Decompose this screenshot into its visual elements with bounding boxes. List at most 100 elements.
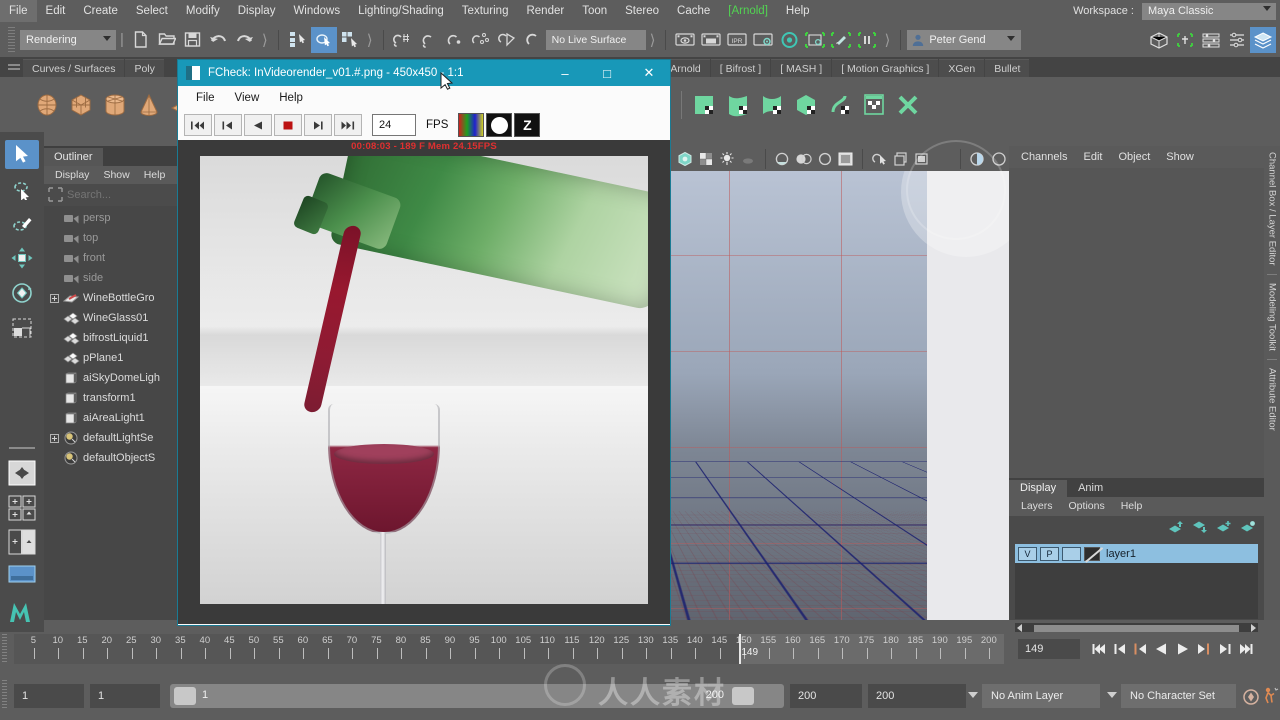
menu-stereo[interactable]: Stereo — [616, 0, 668, 22]
toolbar-grip[interactable] — [8, 26, 15, 53]
show-manipulator-icon[interactable] — [1146, 27, 1172, 53]
maximize-icon[interactable]: □ — [586, 60, 628, 86]
shelf-tab-poly[interactable]: Poly — [125, 59, 164, 77]
outliner-item-defaultlightset[interactable]: defaultLightSe — [44, 428, 199, 448]
lasso-tool[interactable] — [5, 175, 39, 204]
move-layer-up-icon[interactable] — [1168, 520, 1184, 537]
menu-set-select[interactable]: Rendering — [20, 29, 116, 53]
snap-to-projected-center-icon[interactable] — [468, 27, 494, 53]
shelf-grip[interactable] — [8, 60, 20, 74]
outliner-item-aiarealight1[interactable]: aiAreaLight1 — [44, 408, 199, 428]
user-account-select[interactable]: Peter Gend — [907, 29, 1022, 53]
redo-icon[interactable] — [232, 27, 258, 53]
use-all-lights-icon[interactable] — [912, 148, 933, 170]
next-frame-icon[interactable] — [304, 114, 332, 136]
fcheck-menu-view[interactable]: View — [225, 86, 270, 110]
minimize-icon[interactable]: – — [544, 60, 586, 86]
go-to-end-icon[interactable] — [1235, 637, 1256, 661]
live-surface-field[interactable]: No Live Surface — [545, 29, 646, 50]
uv-planar-icon[interactable] — [687, 88, 721, 122]
fcheck-window[interactable]: FCheck: InVideorender_v01.#.png - 450x45… — [178, 60, 670, 625]
anim-layer-select[interactable]: No Anim Layer — [982, 684, 1100, 708]
shelf-tab-curves-surfaces[interactable]: Curves / Surfaces — [23, 59, 125, 77]
search-filter-icon[interactable] — [48, 187, 63, 203]
expand-toggle-icon[interactable] — [48, 432, 60, 444]
menu-toon[interactable]: Toon — [573, 0, 616, 22]
menu-modify[interactable]: Modify — [177, 0, 229, 22]
menu-select[interactable]: Select — [127, 0, 177, 22]
fcheck-title-bar[interactable]: FCheck: InVideorender_v01.#.png - 450x45… — [178, 60, 670, 86]
channel-box-menu-show[interactable]: Show — [1158, 146, 1202, 168]
poly-sphere-icon[interactable] — [30, 88, 64, 122]
shelf-tab-bullet[interactable]: Bullet — [985, 59, 1030, 77]
unlock-normals-icon[interactable] — [1172, 27, 1198, 53]
anim-end-time-field[interactable] — [868, 684, 966, 708]
channel-box-menu-channels[interactable]: Channels — [1013, 146, 1075, 168]
layer-color-swatch[interactable] — [1084, 546, 1100, 561]
tab-display-layers[interactable]: Display — [1009, 480, 1068, 497]
outliner-item-pplane1[interactable]: pPlane1 — [44, 348, 199, 368]
attribute-editor-icon[interactable] — [1198, 27, 1224, 53]
layer-menu-options[interactable]: Options — [1061, 497, 1113, 516]
auto-keyframe-icon[interactable] — [1242, 688, 1260, 709]
rgb-channels-icon[interactable] — [458, 113, 485, 137]
animation-preferences-icon[interactable] — [1262, 686, 1279, 707]
select-tool[interactable] — [5, 140, 39, 169]
range-slider-right-handle[interactable] — [732, 687, 754, 705]
outliner-item-winebottlegroup[interactable]: WineBottleGro — [44, 288, 199, 308]
uv-snapshot-icon[interactable] — [891, 88, 925, 122]
render-settings-icon[interactable] — [750, 27, 776, 53]
tab-anim-layers[interactable]: Anim — [1067, 480, 1114, 497]
time-slider-track[interactable]: 5 10 15 20 25 30 35 40 45 50 55 60 65 70 75 80 85 90 95 100… — [14, 634, 1004, 664]
menu-texturing[interactable]: Texturing — [453, 0, 518, 22]
menu-lighting-shading[interactable]: Lighting/Shading — [349, 0, 453, 22]
hypershade-icon[interactable] — [776, 27, 802, 53]
range-start-field[interactable] — [90, 684, 160, 708]
play-backwards-icon[interactable] — [1151, 637, 1172, 661]
poly-cylinder-icon[interactable] — [98, 88, 132, 122]
shadows-icon[interactable] — [738, 148, 759, 170]
outliner-item-bifrostliquid1[interactable]: bifrostLiquid1 — [44, 328, 199, 348]
current-frame-field[interactable] — [1018, 639, 1080, 659]
render-view-icon[interactable] — [802, 27, 828, 53]
sidebar-channel-box-layer-editor[interactable]: Channel Box / Layer Editor — [1267, 146, 1278, 272]
light-editor-icon[interactable] — [828, 27, 854, 53]
motion-blur-icon[interactable] — [793, 148, 814, 170]
range-end-field[interactable] — [790, 684, 862, 708]
tool-settings-icon[interactable] — [1224, 27, 1250, 53]
shelf-tab-motion-graphics[interactable]: [ Motion Graphics ] — [832, 59, 939, 77]
layer-row[interactable]: V P layer1 — [1015, 544, 1258, 563]
menu-file[interactable]: File — [0, 0, 37, 22]
image-plane-icon[interactable] — [695, 148, 716, 170]
multisample-icon[interactable] — [814, 148, 835, 170]
uv-cylindrical-icon[interactable] — [721, 88, 755, 122]
gamma-icon[interactable] — [988, 148, 1009, 170]
anim-layer-chevron-icon[interactable] — [968, 692, 978, 698]
last-frame-icon[interactable] — [334, 114, 362, 136]
rendering-flags-icon[interactable] — [854, 27, 880, 53]
channel-box-body[interactable] — [1009, 168, 1264, 478]
save-scene-icon[interactable] — [180, 27, 206, 53]
snap-to-point-icon[interactable] — [442, 27, 468, 53]
outliner-item-top[interactable]: top — [44, 228, 199, 248]
menu-edit[interactable]: Edit — [37, 0, 75, 22]
display-layer-list[interactable]: V P layer1 — [1015, 544, 1258, 619]
outliner-item-persp[interactable]: persp — [44, 208, 199, 228]
close-icon[interactable]: ✕ — [628, 60, 670, 86]
expand-toggle-icon[interactable] — [48, 292, 60, 304]
workspace-select[interactable]: Maya Classic — [1142, 2, 1276, 23]
fcheck-image-canvas[interactable] — [178, 154, 670, 624]
select-by-object-icon[interactable] — [310, 26, 337, 53]
select-by-hierarchy-icon[interactable] — [285, 27, 311, 53]
smooth-shade-icon[interactable] — [869, 148, 890, 170]
xray-icon[interactable] — [933, 148, 954, 170]
z-depth-icon[interactable]: Z — [514, 113, 541, 137]
outliner-item-transform1[interactable]: transform1 — [44, 388, 199, 408]
menu-display[interactable]: Display — [229, 0, 285, 22]
outliner-item-aiskydomelight[interactable]: aiSkyDomeLigh — [44, 368, 199, 388]
exposure-icon[interactable] — [967, 148, 988, 170]
stop-icon[interactable] — [274, 114, 302, 136]
render-sequence-icon[interactable] — [698, 27, 724, 53]
four-view-layout[interactable] — [5, 493, 39, 522]
select-by-component-icon[interactable] — [337, 27, 363, 53]
